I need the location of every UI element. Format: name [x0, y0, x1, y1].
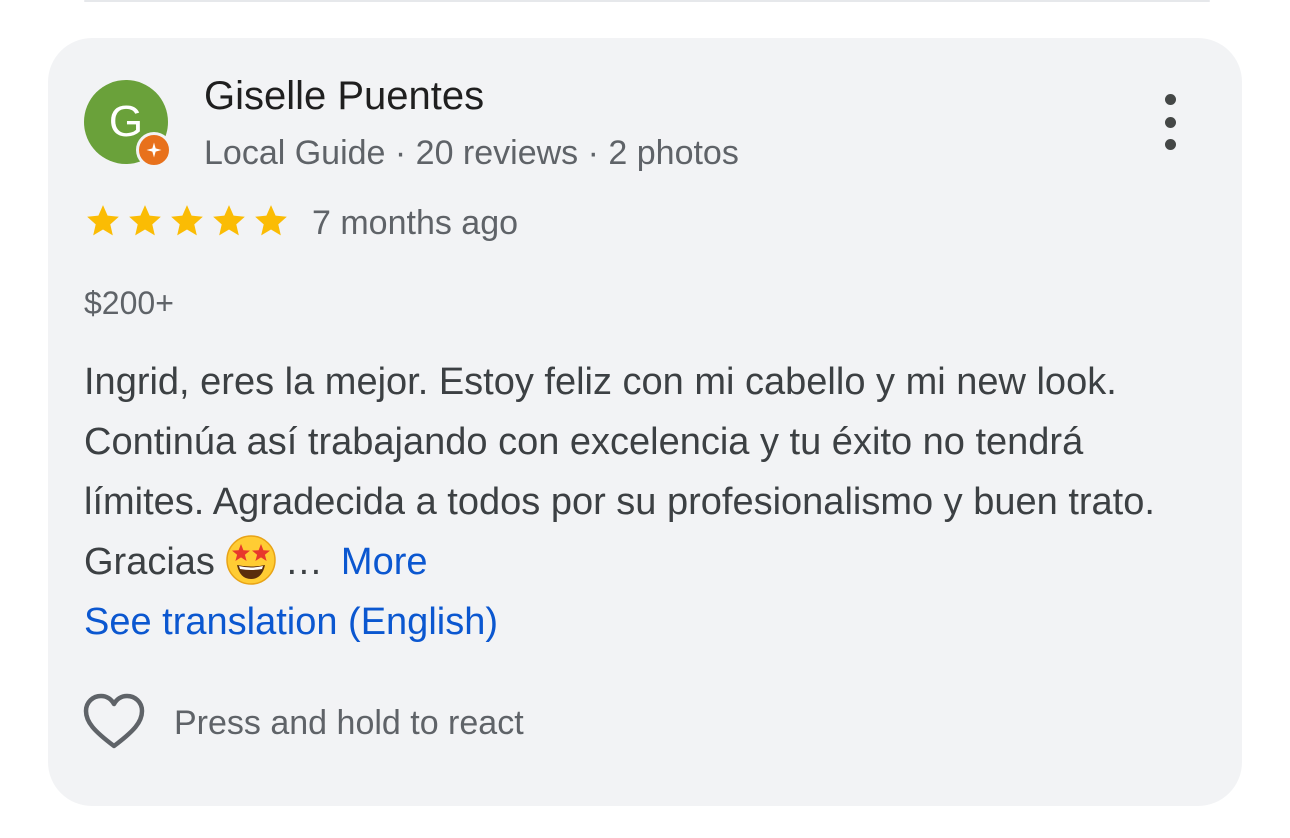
reviewer-name[interactable]: Giselle Puentes	[204, 72, 484, 120]
price-range: $200+	[84, 285, 174, 321]
star-icon	[255, 205, 287, 236]
review-card: G Giselle Puentes Local Guide · 20 revie…	[48, 38, 1242, 806]
react-label: Press and hold to react	[174, 704, 524, 742]
more-vert-icon-dot	[1164, 139, 1176, 150]
star-icon	[87, 205, 119, 236]
star-icon	[213, 205, 245, 236]
see-translation-link[interactable]: See translation (English)	[84, 594, 498, 650]
reviewer-meta[interactable]: Local Guide · 20 reviews · 2 photos	[204, 132, 739, 174]
review-ellipsis: …	[284, 541, 323, 583]
more-vert-icon	[1164, 94, 1176, 105]
star-icon	[129, 205, 161, 236]
avatar-initial: G	[108, 97, 144, 146]
star-struck-emoji	[225, 534, 277, 586]
more-options-button[interactable]	[1148, 94, 1192, 150]
more-vert-icon-dot	[1164, 116, 1176, 128]
top-divider	[84, 0, 1210, 2]
local-guide-badge-icon	[136, 132, 172, 168]
review-text: Ingrid, eres la mejor. Estoy feliz con m…	[84, 352, 1214, 592]
more-link[interactable]: More	[341, 541, 428, 583]
heart-outline-icon[interactable]	[82, 692, 146, 752]
star-icon	[171, 205, 203, 236]
review-date: 7 months ago	[312, 204, 519, 242]
star-rating	[84, 202, 290, 242]
